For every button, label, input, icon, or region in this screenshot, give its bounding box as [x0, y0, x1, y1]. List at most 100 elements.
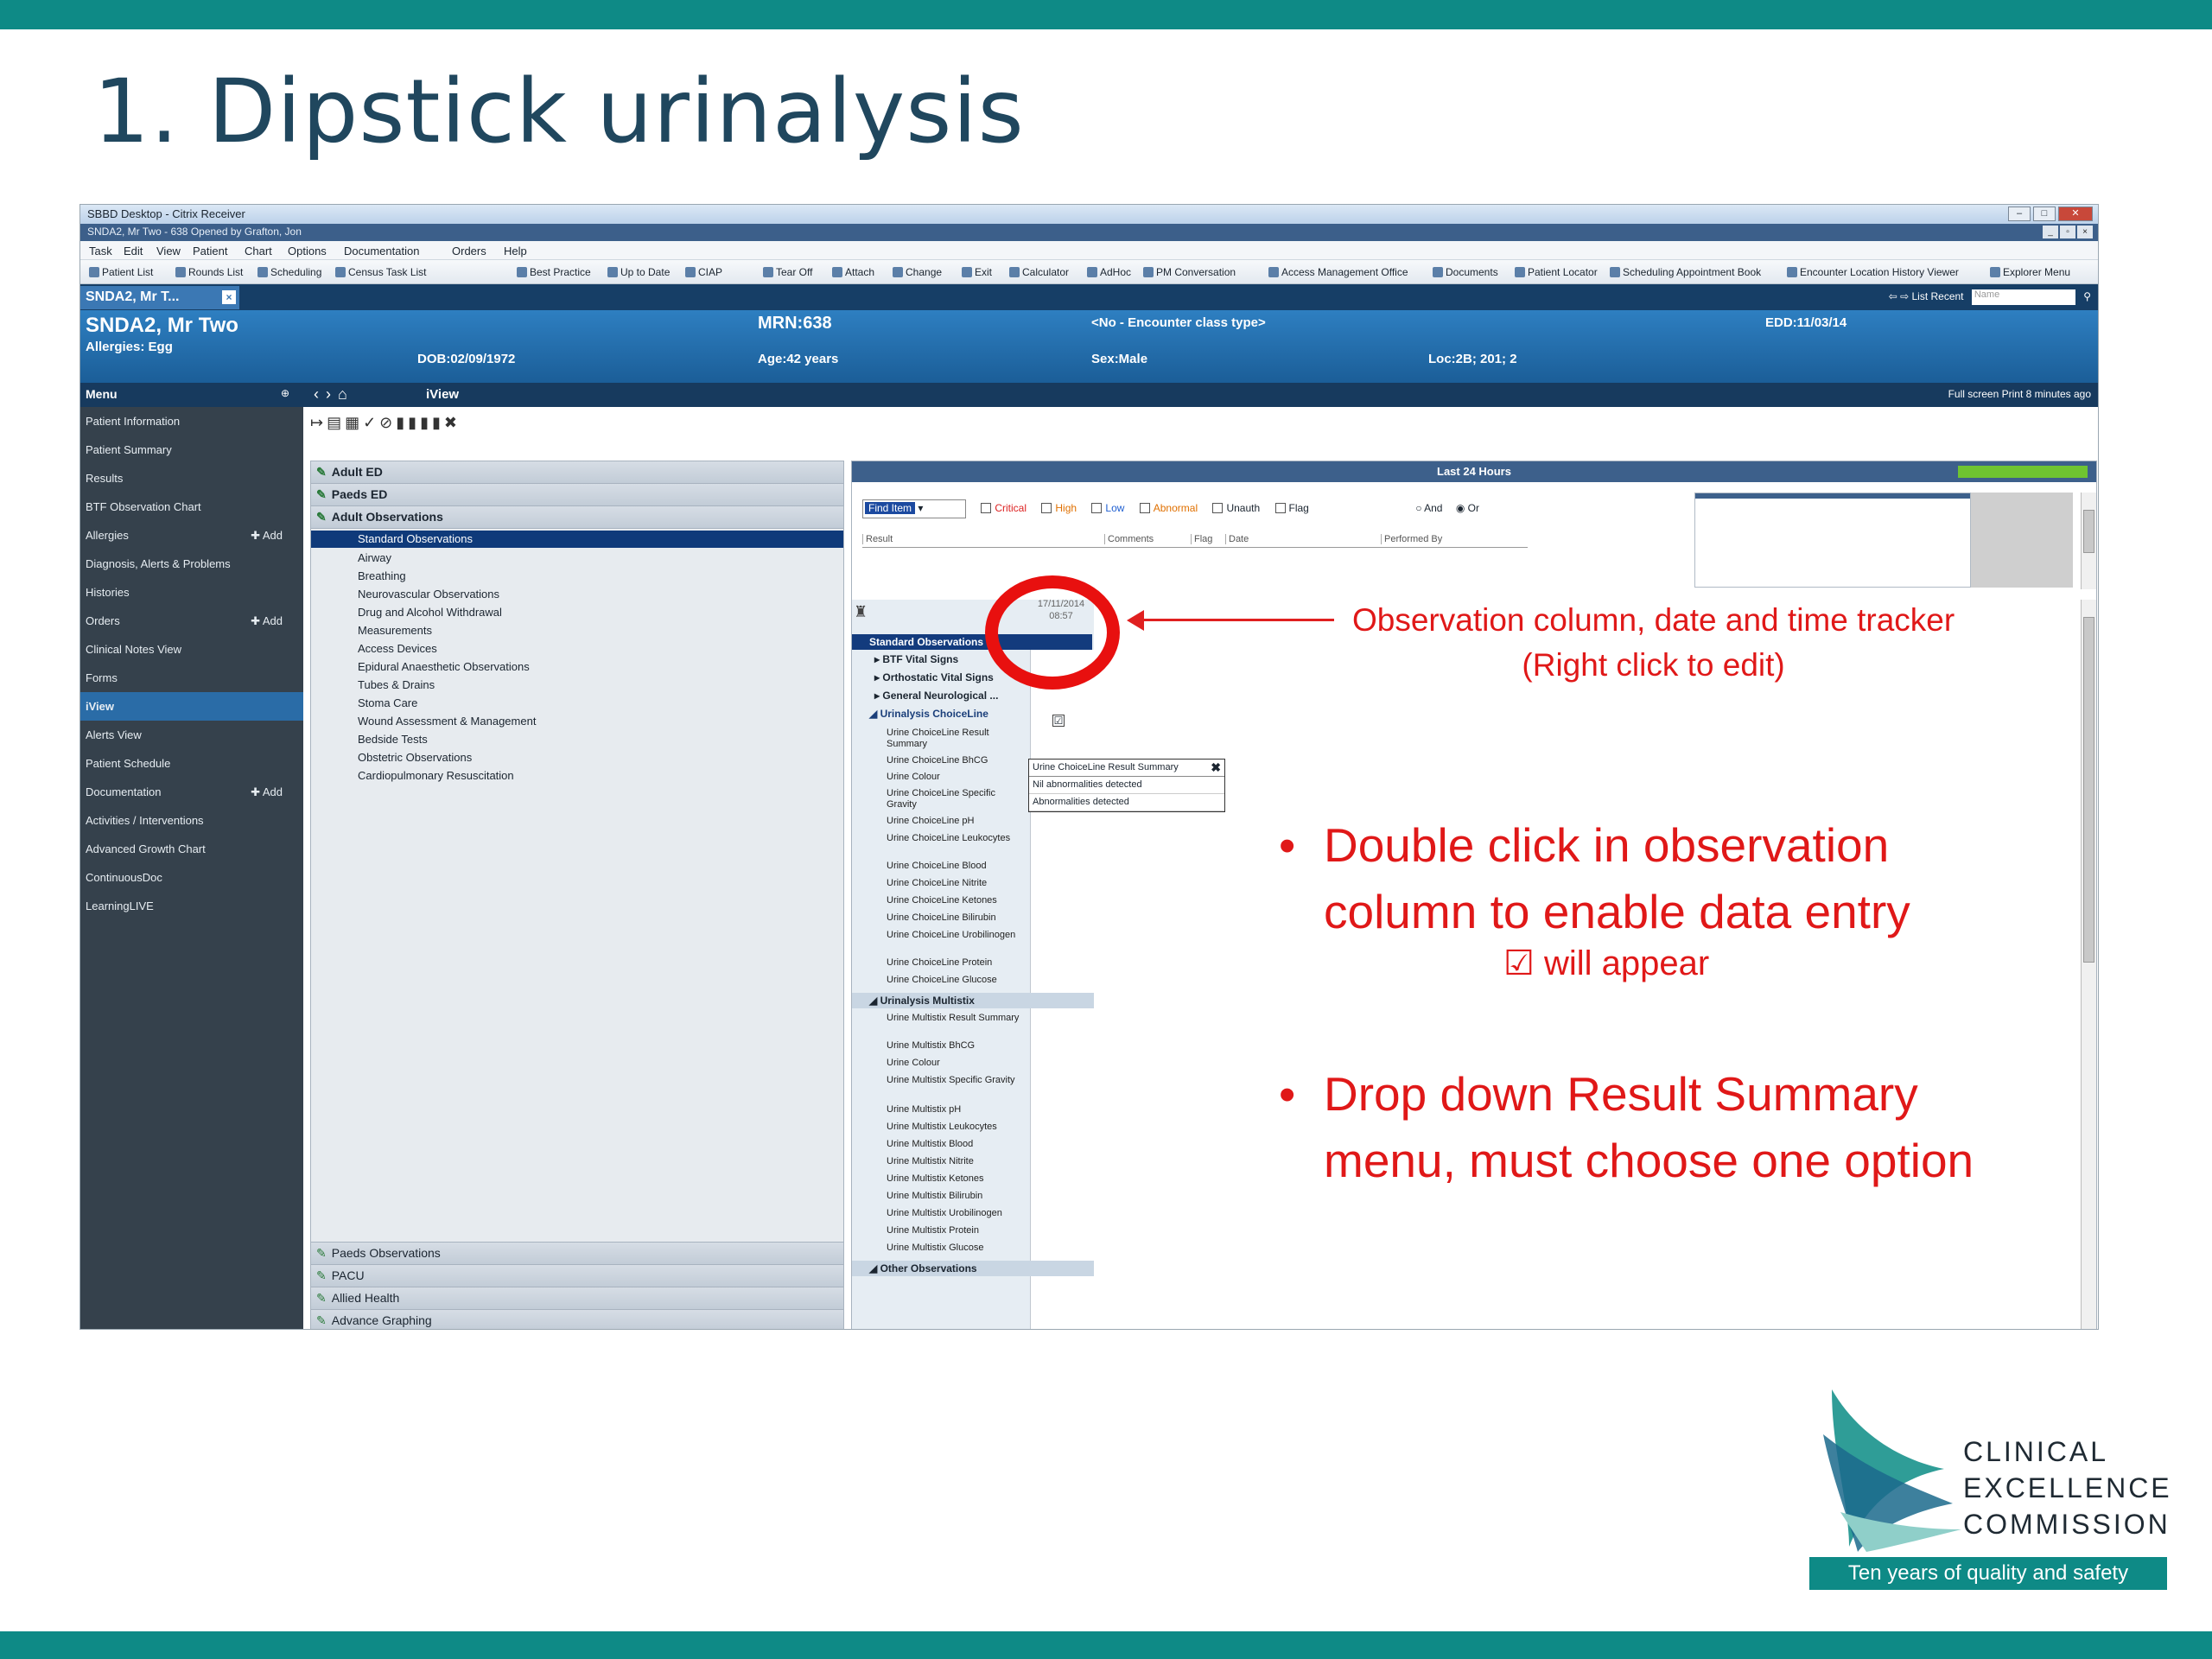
band-paeds-observations[interactable]: ✎ Paeds Observations	[311, 1242, 843, 1264]
sidebar-item-allergies[interactable]: Allergies ✚ Add	[80, 521, 303, 550]
option-abnormalities-detected[interactable]: Abnormalities detected	[1029, 794, 1224, 811]
obs-row[interactable]: Urine ChoiceLine Protein	[887, 957, 1025, 969]
section-standard-observations[interactable]: Standard Observations	[311, 531, 843, 548]
obs-group-btf[interactable]: ▸ BTF Vital Signs	[874, 653, 958, 665]
sidebar-item-forms[interactable]: Forms	[80, 664, 303, 692]
and-radio[interactable]: ○ And	[1415, 502, 1442, 514]
sidebar-item-orders[interactable]: Orders ✚ Add	[80, 607, 303, 635]
obs-row[interactable]: Urine Multistix Nitrite	[887, 1156, 1025, 1167]
maximize-icon[interactable]: □	[2033, 207, 2056, 221]
toolbar-exit[interactable]: Exit	[962, 266, 992, 278]
add-documentation-button[interactable]: ✚ Add	[251, 785, 283, 799]
add-order-button[interactable]: ✚ Add	[251, 614, 283, 628]
sidebar-item-growth-chart[interactable]: Advanced Growth Chart	[80, 835, 303, 863]
filter-flag-checkbox[interactable]	[1274, 503, 1286, 514]
obs-row[interactable]: Urine Multistix Protein	[887, 1225, 1025, 1236]
flowsheet-scrollbar[interactable]	[2081, 600, 2096, 1329]
toolbar-best-practice[interactable]: Best Practice	[517, 266, 591, 278]
obs-row[interactable]: Urine Colour	[887, 1058, 1025, 1069]
obs-row-choiceline-summary[interactable]: Urine ChoiceLine Result Summary	[887, 728, 1025, 750]
section-breathing[interactable]: Breathing	[358, 569, 406, 582]
band-paeds-ed[interactable]: ✎ Paeds ED	[311, 484, 843, 506]
obs-row[interactable]: Urine ChoiceLine Ketones	[887, 895, 1025, 906]
sidebar-item-patient-information[interactable]: Patient Information	[80, 407, 303, 435]
toolbar-change[interactable]: Change	[893, 266, 942, 278]
band-adult-ed[interactable]: ✎ Adult ED	[311, 461, 843, 484]
obs-row[interactable]: Urine ChoiceLine pH	[887, 816, 1025, 827]
filter-high-checkbox[interactable]	[1041, 503, 1052, 514]
obs-row[interactable]: Urine ChoiceLine Bilirubin	[887, 912, 1025, 924]
toolbar-scheduling-appointment-book[interactable]: Scheduling Appointment Book	[1610, 266, 1761, 278]
menu-task[interactable]: Task	[89, 245, 112, 257]
section-access-devices[interactable]: Access Devices	[358, 642, 437, 655]
toolbar-scheduling[interactable]: Scheduling	[257, 266, 321, 278]
sidebar-item-learninglive[interactable]: LearningLIVE	[80, 892, 303, 920]
toolbar-census-task-list[interactable]: Census Task List	[335, 266, 427, 278]
inner-restore-icon[interactable]: ▫	[2060, 226, 2075, 238]
result-summary-dropdown[interactable]: Urine ChoiceLine Result Summary ✖ Nil abn…	[1028, 759, 1225, 812]
section-tubes-drains[interactable]: Tubes & Drains	[358, 678, 435, 691]
filter-unauth-checkbox[interactable]	[1212, 503, 1224, 514]
toolbar-access-management[interactable]: Access Management Office	[1268, 266, 1408, 278]
obs-row[interactable]: Urine Multistix Result Summary	[887, 1013, 1025, 1024]
sidebar-item-patient-summary[interactable]: Patient Summary	[80, 435, 303, 464]
patient-tab[interactable]: SNDA2, Mr T... ×	[80, 286, 239, 309]
sidebar-item-clinical-notes[interactable]: Clinical Notes View	[80, 635, 303, 664]
iview-toolbar-icons[interactable]: ↦▤▦✓⊘▮▮▮▮✖	[310, 414, 461, 432]
toolbar-adhoc[interactable]: AdHoc	[1087, 266, 1131, 278]
obs-row[interactable]: Urine Multistix Leukocytes	[887, 1122, 1025, 1133]
patient-search-input[interactable]: Name	[1971, 289, 2075, 305]
menu-view[interactable]: View	[156, 245, 181, 257]
filter-low-checkbox[interactable]	[1091, 503, 1103, 514]
pin-icon[interactable]: ⊕	[281, 387, 289, 399]
minimize-icon[interactable]: –	[2008, 207, 2031, 221]
arrow-icon[interactable]: ⇦ ⇨	[1889, 290, 1909, 302]
sidebar-item-patient-schedule[interactable]: Patient Schedule	[80, 749, 303, 778]
sidebar-item-histories[interactable]: Histories	[80, 578, 303, 607]
close-icon[interactable]: ✕	[2058, 207, 2093, 221]
menu-edit[interactable]: Edit	[124, 245, 143, 257]
nav-right-controls[interactable]: Full screen Print 8 minutes ago	[1948, 388, 2091, 400]
toolbar-patient-list[interactable]: Patient List	[89, 266, 153, 278]
obs-group-neuro[interactable]: ▸ General Neurological ...	[874, 690, 998, 702]
toolbar-encounter-location[interactable]: Encounter Location History Viewer	[1787, 266, 1959, 278]
add-allergy-button[interactable]: ✚ Add	[251, 529, 283, 543]
obs-row[interactable]: Urine ChoiceLine Blood	[887, 861, 1025, 872]
obs-row[interactable]: Urine Multistix Ketones	[887, 1173, 1025, 1185]
search-icon[interactable]: ⚲	[2083, 290, 2091, 302]
sidebar-item-alerts-view[interactable]: Alerts View	[80, 721, 303, 749]
section-measurements[interactable]: Measurements	[358, 624, 432, 637]
inner-minimize-icon[interactable]: _	[2043, 226, 2058, 238]
band-advance-graphing[interactable]: ✎ Advance Graphing	[311, 1309, 843, 1329]
section-bedside-tests[interactable]: Bedside Tests	[358, 733, 428, 746]
menu-documentation[interactable]: Documentation	[344, 245, 419, 257]
obs-row[interactable]: Urine Multistix Specific Gravity	[887, 1075, 1025, 1086]
obs-row[interactable]: Urine ChoiceLine Nitrite	[887, 878, 1025, 889]
sidebar-item-continuousdoc[interactable]: ContinuousDoc	[80, 863, 303, 892]
toolbar-rounds-list[interactable]: Rounds List	[175, 266, 243, 278]
filter-critical-checkbox[interactable]	[981, 503, 992, 514]
filter-abnormal-checkbox[interactable]	[1139, 503, 1150, 514]
toolbar-patient-locator[interactable]: Patient Locator	[1515, 266, 1598, 278]
obs-row[interactable]: Urine Multistix Bilirubin	[887, 1191, 1025, 1202]
section-neurovascular[interactable]: Neurovascular Observations	[358, 588, 499, 601]
obs-row[interactable]: Urine Multistix pH	[887, 1104, 1025, 1116]
toolbar-tear-off[interactable]: Tear Off	[763, 266, 812, 278]
band-allied-health[interactable]: ✎ Allied Health	[311, 1287, 843, 1309]
obs-row[interactable]: Urine ChoiceLine Urobilinogen	[887, 930, 1025, 941]
inner-close-icon[interactable]: ×	[2077, 226, 2093, 238]
obs-group-orthostatic[interactable]: ▸ Orthostatic Vital Signs	[874, 671, 994, 683]
sidebar-item-diagnosis[interactable]: Diagnosis, Alerts & Problems	[80, 550, 303, 578]
obs-row[interactable]: Urine ChoiceLine Glucose	[887, 975, 1025, 986]
section-airway[interactable]: Airway	[358, 551, 391, 564]
menu-help[interactable]: Help	[504, 245, 527, 257]
or-radio[interactable]: ◉ Or	[1456, 502, 1479, 514]
obs-row[interactable]: Urine ChoiceLine BhCG	[887, 755, 1025, 766]
obs-row[interactable]: Urine ChoiceLine Leukocytes	[887, 833, 1025, 844]
section-obstetric[interactable]: Obstetric Observations	[358, 751, 472, 764]
sidebar-item-documentation[interactable]: Documentation ✚ Add	[80, 778, 303, 806]
section-epidural[interactable]: Epidural Anaesthetic Observations	[358, 660, 530, 673]
obs-row[interactable]: Urine ChoiceLine Specific Gravity	[887, 788, 1025, 810]
sidebar-item-iview[interactable]: iView	[80, 692, 303, 721]
nav-arrows-icon[interactable]: ‹›⌂	[314, 385, 354, 404]
